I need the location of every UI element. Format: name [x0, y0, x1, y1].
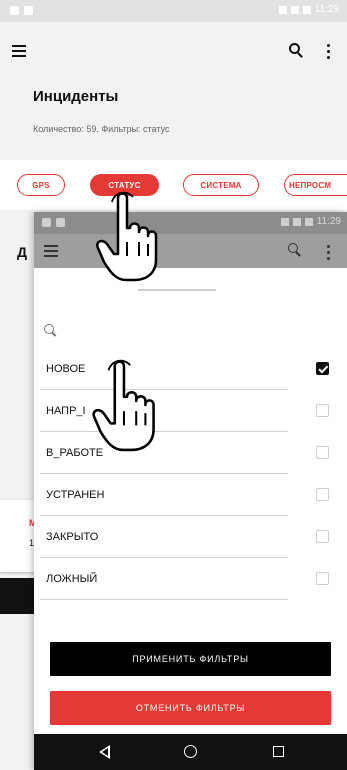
- location-icon: [278, 5, 287, 14]
- option-checkbox[interactable]: [316, 530, 329, 543]
- filter-chips-bar: GPS СТАТУС СИСТЕМА НЕПРОСМ: [0, 160, 347, 210]
- apply-filters-button[interactable]: ПРИМЕНИТЬ ФИЛЬТРЫ: [50, 642, 331, 676]
- recents-square-icon[interactable]: [273, 746, 284, 757]
- background-incident-card: М 1: [0, 500, 38, 572]
- cancel-filters-button[interactable]: ОТМЕНИТЬ ФИЛЬТРЫ: [50, 691, 331, 725]
- overlay-status-time: 11:29: [316, 216, 341, 227]
- overlay-status-bar: 11:29: [34, 212, 347, 234]
- incident-count: Количество: 59. Фильтры: статус: [33, 124, 170, 134]
- filter-option-resolved[interactable]: УСТРАНЕН: [34, 474, 347, 516]
- chip-unviewed[interactable]: НЕПРОСМ: [284, 174, 347, 196]
- option-label: НОВОЕ: [46, 363, 86, 375]
- overlay-app-bar: [34, 234, 347, 268]
- filter-option-closed[interactable]: ЗАКРЫТО: [34, 516, 347, 558]
- option-label: НАПР_I: [46, 405, 86, 417]
- status-time: 11:29: [314, 4, 339, 15]
- filter-option-new[interactable]: НОВОЕ: [34, 348, 347, 390]
- drag-handle[interactable]: [138, 289, 216, 291]
- battery-icon: [302, 5, 311, 14]
- option-checkbox[interactable]: [316, 362, 329, 375]
- search-icon[interactable]: [289, 43, 303, 58]
- option-label: ЗАКРЫТО: [46, 531, 99, 543]
- app-bar: [0, 36, 347, 68]
- kebab-icon[interactable]: [327, 44, 331, 62]
- kebab-icon[interactable]: [327, 245, 331, 263]
- notification-icons: [10, 6, 33, 15]
- hamburger-icon[interactable]: [44, 245, 58, 260]
- filter-search-icon[interactable]: [44, 324, 57, 337]
- option-checkbox[interactable]: [316, 404, 329, 417]
- location-icon: [280, 217, 289, 226]
- status-bar: 11:29: [0, 0, 347, 22]
- hamburger-icon[interactable]: [12, 45, 26, 60]
- background-section-letter: Д: [17, 244, 27, 260]
- background-button: [0, 578, 38, 614]
- filter-panel: 11:29 НОВОЕ НАПР_I В_РАБОТЕ УСТРАНЕН ЗАК…: [34, 212, 347, 770]
- filter-options-list: НОВОЕ НАПР_I В_РАБОТЕ УСТРАНЕН ЗАКРЫТО Л…: [34, 348, 347, 600]
- filter-option-directed[interactable]: НАПР_I: [34, 390, 347, 432]
- option-label: УСТРАНЕН: [46, 489, 105, 501]
- tap-hand-icon: [96, 191, 158, 282]
- chip-system[interactable]: СИСТЕМА: [183, 174, 259, 196]
- search-icon[interactable]: [288, 243, 301, 257]
- option-checkbox[interactable]: [316, 488, 329, 501]
- home-circle-icon[interactable]: [184, 745, 197, 758]
- back-triangle-icon[interactable]: [99, 745, 110, 759]
- battery-icon: [304, 217, 313, 226]
- option-checkbox[interactable]: [316, 446, 329, 459]
- chip-gps[interactable]: GPS: [17, 174, 65, 196]
- option-checkbox[interactable]: [316, 572, 329, 585]
- filter-option-false[interactable]: ЛОЖНЫЙ: [34, 558, 347, 600]
- tap-hand-icon: [92, 359, 155, 452]
- signal-icon: [290, 5, 299, 14]
- signal-icon: [292, 217, 301, 226]
- option-label: ЛОЖНЫЙ: [46, 573, 98, 585]
- filter-option-in-progress[interactable]: В_РАБОТЕ: [34, 432, 347, 474]
- page-title: Инциденты: [33, 88, 119, 105]
- system-nav-bar: [34, 734, 347, 770]
- status-icons: 11:29: [278, 4, 339, 15]
